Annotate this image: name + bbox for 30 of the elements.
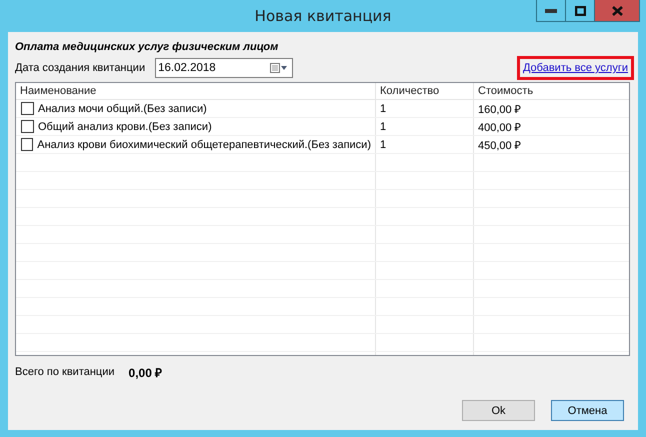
cancel-button[interactable]: Отмена <box>551 400 624 421</box>
table-cell-text: 400,00 ₽ <box>478 121 521 134</box>
ok-button[interactable]: Ok <box>462 400 535 421</box>
column-header[interactable]: Стоимость <box>474 83 629 99</box>
date-picker[interactable]: 16.02.2018 <box>155 58 294 78</box>
table-cell-text: 160,00 ₽ <box>478 103 521 116</box>
table-cell: Общий анализ крови.(Без записи) <box>38 120 212 132</box>
table-cell: 1 <box>380 102 386 114</box>
checkbox[interactable] <box>21 138 34 151</box>
minimize-icon <box>545 8 557 12</box>
table-cell: Анализ мочи общий.(Без записи) <box>38 102 207 114</box>
maximize-icon <box>574 6 586 16</box>
window-title: Новая квитанция <box>254 7 392 25</box>
table-cell-text: 450,00 ₽ <box>478 139 521 152</box>
table-cell: 1 <box>380 138 386 150</box>
table-cell: Анализ крови биохимический общетерапевтический.(Без записи) <box>37 138 371 150</box>
checkbox[interactable] <box>21 120 34 133</box>
add-all-services-link[interactable]: Добавить все услуги <box>522 62 628 74</box>
total-label: Всего по квитанции <box>15 366 115 378</box>
column-header[interactable]: Наименование <box>16 83 376 99</box>
checkbox[interactable] <box>21 102 34 115</box>
calendar-dropdown-icon <box>270 63 288 73</box>
section-heading: Оплата медицинских услуг физическим лицом <box>15 41 280 55</box>
close-icon <box>612 6 622 16</box>
total-value: 0,00 ₽ <box>128 364 162 380</box>
table-cell: 1 <box>380 120 386 132</box>
minimize-button[interactable] <box>536 0 566 22</box>
column-header[interactable]: Количество <box>376 83 474 99</box>
date-label: Дата создания квитанции <box>15 62 146 74</box>
close-button[interactable] <box>594 0 640 22</box>
